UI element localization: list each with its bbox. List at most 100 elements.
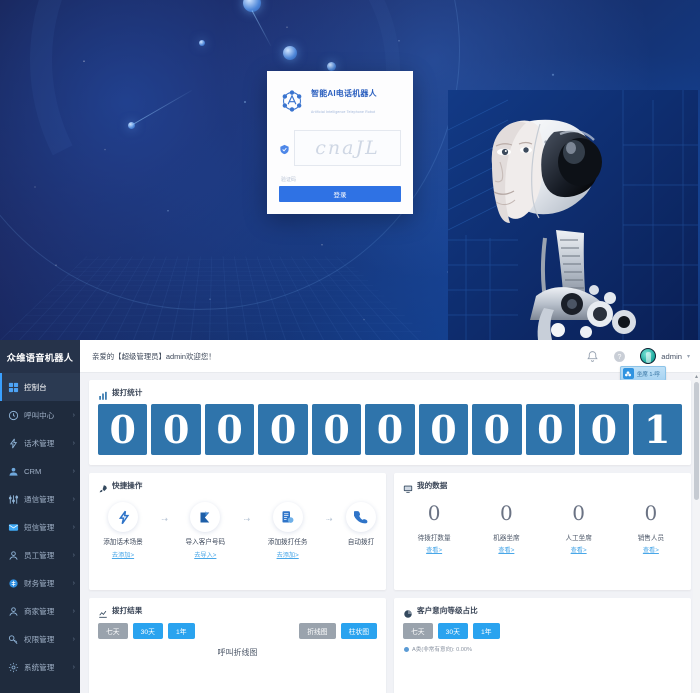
stat-link[interactable]: 查看>: [543, 545, 615, 554]
intent-ratio-toolbar: 七天 30天 1年: [394, 616, 691, 639]
intent-ratio-header: 客户意向等级占比: [394, 598, 691, 618]
intent-ratio-title: 客户意向等级占比: [417, 606, 478, 615]
quick-steps: 添加话术场景 去添加> ⇢ 导入客户号码 去导入> ⇢ 添加拨打任务 去添加> …: [89, 491, 386, 559]
counter-digit: 0: [472, 404, 522, 455]
stat-link[interactable]: 查看>: [615, 545, 687, 554]
sidebar-item-finance-mgmt[interactable]: 财务管理 ›: [0, 569, 80, 597]
svg-text:?: ?: [618, 354, 622, 361]
range-1year-button[interactable]: 1年: [167, 623, 195, 639]
sidebar-item-label: 权限管理: [24, 634, 55, 644]
dial-result-caption: 呼叫折线图: [217, 648, 258, 657]
step-arrow-icon: ⇢: [161, 515, 168, 524]
scrollbar-thumb[interactable]: [694, 382, 699, 500]
quick-step-add-task[interactable]: 添加拨打任务 去添加>: [260, 502, 316, 559]
shield-check-icon: [279, 142, 290, 155]
clock-icon: [8, 410, 19, 421]
stat-link[interactable]: 查看>: [398, 545, 470, 554]
gear-icon: [8, 662, 19, 673]
my-data-title: 我的数据: [417, 481, 448, 490]
person-icon: [8, 606, 19, 617]
quick-step-link[interactable]: 去添加>: [112, 550, 134, 559]
login-title-group: 智能AI电话机器人 Artificial Intelligence Teleph…: [311, 84, 377, 118]
sidebar-item-label: 商家管理: [24, 606, 55, 616]
chevron-right-icon: ›: [72, 551, 75, 559]
pie-chart-icon: [403, 606, 413, 618]
sidebar-item-sms-mgmt[interactable]: 短信管理 ›: [0, 513, 80, 541]
range-30days-button[interactable]: 30天: [132, 623, 163, 639]
sidebar-item-script-mgmt[interactable]: 话术管理 ›: [0, 429, 80, 457]
legend-color-swatch: [404, 646, 409, 652]
range-1year-button[interactable]: 1年: [472, 623, 500, 639]
network-node: [283, 46, 297, 60]
sidebar-item-comm-mgmt[interactable]: 通信管理 ›: [0, 485, 80, 513]
sidebar-item-crm[interactable]: CRM ›: [0, 457, 80, 485]
chart-type-line-button[interactable]: 折线图: [299, 623, 336, 639]
sidebar-item-label: 系统管理: [24, 662, 55, 672]
quick-step-link[interactable]: 去导入>: [194, 550, 216, 559]
step-arrow-icon: ⇢: [325, 515, 333, 524]
chevron-right-icon: ›: [72, 579, 75, 587]
scroll-up-icon[interactable]: ▴: [693, 373, 700, 381]
bell-icon[interactable]: [586, 350, 599, 363]
range-7days-button[interactable]: 七天: [403, 623, 433, 639]
sidebar-item-label: 财务管理: [24, 578, 55, 588]
content-column: 亲爱的【超级管理员】admin欢迎您！ ? admin ▾ 坐席 1-呼 拨打统…: [80, 340, 700, 693]
dial-stats-title: 拨打统计: [112, 388, 143, 397]
counter-digit: 0: [311, 404, 362, 455]
sidebar: 众维语音机器人 控制台 呼叫中心 › 话术管理 › CRM › 通信管理 › 短…: [0, 340, 80, 693]
counter-digit: 0: [418, 404, 469, 455]
sidebar-item-merchant-mgmt[interactable]: 商家管理 ›: [0, 597, 80, 625]
user-menu[interactable]: admin ▾: [640, 348, 690, 364]
scroll-area: 拨打统计 0 0 0 0 0 0 0 0 0 0 1 快捷操作 添加话术场景 去…: [80, 373, 700, 693]
quick-step-add-script[interactable]: 添加话术场景 去添加>: [95, 502, 151, 559]
sidebar-item-label: 呼叫中心: [24, 410, 55, 420]
quick-step-label: 导入客户号码: [185, 539, 226, 546]
sidebar-item-label: CRM: [24, 466, 42, 476]
dial-result-title: 拨打结果: [112, 606, 143, 615]
sidebar-menu: 控制台 呼叫中心 › 话术管理 › CRM › 通信管理 › 短信管理 › 员工…: [0, 373, 80, 693]
sidebar-item-permission-mgmt[interactable]: 权限管理 ›: [0, 625, 80, 653]
login-submit-button[interactable]: 登录: [279, 186, 401, 202]
counter-digit: 0: [151, 404, 201, 455]
dial-counter: 0 0 0 0 0 0 0 0 0 0 1: [89, 398, 691, 465]
step-arrow-icon: ⇢: [243, 515, 251, 524]
captcha-input[interactable]: 验证码: [279, 173, 401, 187]
counter-digit: 1: [632, 404, 682, 455]
sidebar-item-staff-mgmt[interactable]: 员工管理 ›: [0, 541, 80, 569]
quick-step-auto-dial[interactable]: 自动拨打: [342, 502, 380, 547]
avatar: [640, 348, 657, 364]
sidebar-item-system-mgmt[interactable]: 系统管理 ›: [0, 653, 80, 681]
stat-pending-dials: 0 待拨打数量 查看>: [398, 503, 470, 554]
quick-operations-panel: 快捷操作 添加话术场景 去添加> ⇢ 导入客户号码 去导入> ⇢ 添加拨打任务 …: [89, 473, 386, 590]
sidebar-item-label: 员工管理: [24, 550, 55, 560]
stat-robot-seats: 0 机器坐席 查看>: [470, 503, 542, 554]
question-circle-icon[interactable]: ?: [613, 350, 626, 363]
chevron-right-icon: ›: [72, 523, 75, 531]
range-7days-button[interactable]: 七天: [98, 623, 128, 639]
sidebar-item-label: 控制台: [24, 382, 47, 392]
rocket-icon: [98, 481, 108, 492]
stat-value: 0: [572, 501, 585, 525]
dial-stats-panel: 拨打统计 0 0 0 0 0 0 0 0 0 0 1: [89, 380, 691, 465]
stat-link[interactable]: 查看>: [470, 545, 542, 554]
counter-digit: 0: [204, 404, 255, 455]
person-icon: [8, 550, 19, 561]
topbar-actions: ? admin ▾: [586, 348, 690, 364]
login-card: 智能AI电话机器人 Artificial Intelligence Teleph…: [267, 71, 413, 214]
dial-result-panel: 拨打结果 七天 30天 1年 折线图 柱状图 呼叫折线图: [89, 598, 386, 693]
network-node: [199, 40, 205, 46]
lightning-bolt-icon: [108, 502, 138, 532]
sidebar-item-dashboard[interactable]: 控制台: [0, 373, 80, 401]
stat-label: 待拨打数量: [417, 535, 451, 542]
page-scrollbar[interactable]: ▴: [693, 373, 700, 693]
counter-digit: 0: [365, 404, 415, 455]
quick-step-import-numbers[interactable]: 导入客户号码 去导入>: [177, 502, 233, 559]
chart-type-bar-button[interactable]: 柱状图: [340, 623, 377, 639]
range-30days-button[interactable]: 30天: [437, 623, 468, 639]
chevron-right-icon: ›: [72, 467, 75, 475]
captcha-row: cnaJL: [279, 129, 401, 166]
app-shell: 众维语音机器人 控制台 呼叫中心 › 话术管理 › CRM › 通信管理 › 短…: [0, 340, 700, 693]
sidebar-item-call-center[interactable]: 呼叫中心 ›: [0, 401, 80, 429]
stat-sales-staff: 0 销售人员 查看>: [615, 503, 687, 554]
quick-step-link[interactable]: 去添加>: [277, 550, 299, 559]
